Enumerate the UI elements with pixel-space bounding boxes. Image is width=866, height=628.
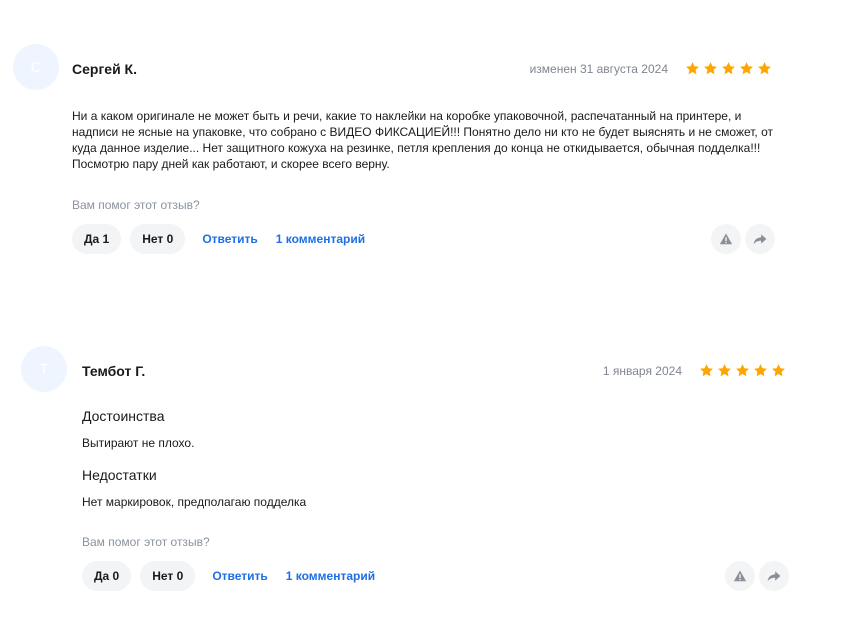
pros-title: Достоинства xyxy=(82,408,165,424)
star-icon xyxy=(717,363,732,378)
share-button[interactable] xyxy=(759,561,789,591)
avatar[interactable]: Т xyxy=(21,346,67,392)
star-icon xyxy=(721,61,736,76)
review-card: С Сергей К. изменен 31 августа 2024 Ни а… xyxy=(0,0,866,270)
star-icon xyxy=(699,363,714,378)
rating-stars xyxy=(685,61,772,76)
review-card: Т Тембот Г. 1 января 2024 Достоинства Вы… xyxy=(0,330,866,628)
reply-link[interactable]: Ответить xyxy=(202,232,257,246)
cons-title: Недостатки xyxy=(82,467,157,483)
warning-icon xyxy=(733,569,747,583)
review-date: 1 января 2024 xyxy=(602,364,682,378)
rating-stars xyxy=(699,363,786,378)
share-button[interactable] xyxy=(745,224,775,254)
helpful-yes-button[interactable]: Да 0 xyxy=(82,561,132,591)
comments-link[interactable]: 1 комментарий xyxy=(276,232,365,246)
warning-icon xyxy=(719,232,733,246)
helpful-no-button[interactable]: Нет 0 xyxy=(130,224,186,254)
review-author[interactable]: Сергей К. xyxy=(72,61,137,77)
star-icon xyxy=(685,61,700,76)
review-author[interactable]: Тембот Г. xyxy=(82,363,145,379)
helpful-yes-button[interactable]: Да 1 xyxy=(72,224,122,254)
review-actions: Да 0 Нет 0 Ответить 1 комментарий xyxy=(82,561,387,591)
share-arrow-icon xyxy=(767,569,781,583)
star-icon xyxy=(757,61,772,76)
review-text: Ни а каком оригинале не может быть и реч… xyxy=(72,109,773,171)
pros-text: Вытирают не плохо. xyxy=(82,436,195,450)
avatar[interactable]: С xyxy=(13,44,59,90)
report-button[interactable] xyxy=(725,561,755,591)
star-icon xyxy=(735,363,750,378)
helpful-no-button[interactable]: Нет 0 xyxy=(140,561,196,591)
report-button[interactable] xyxy=(711,224,741,254)
cons-text: Нет маркировок, предполагаю подделка xyxy=(82,495,307,509)
star-icon xyxy=(753,363,768,378)
star-icon xyxy=(771,363,786,378)
review-actions: Да 1 Нет 0 Ответить 1 комментарий xyxy=(72,224,377,254)
reply-link[interactable]: Ответить xyxy=(212,569,267,583)
helpful-question: Вам помог этот отзыв? xyxy=(82,535,210,549)
comments-link[interactable]: 1 комментарий xyxy=(286,569,375,583)
share-arrow-icon xyxy=(753,232,767,246)
review-date: изменен 31 августа 2024 xyxy=(529,62,668,76)
star-icon xyxy=(703,61,718,76)
helpful-question: Вам помог этот отзыв? xyxy=(72,198,200,212)
star-icon xyxy=(739,61,754,76)
